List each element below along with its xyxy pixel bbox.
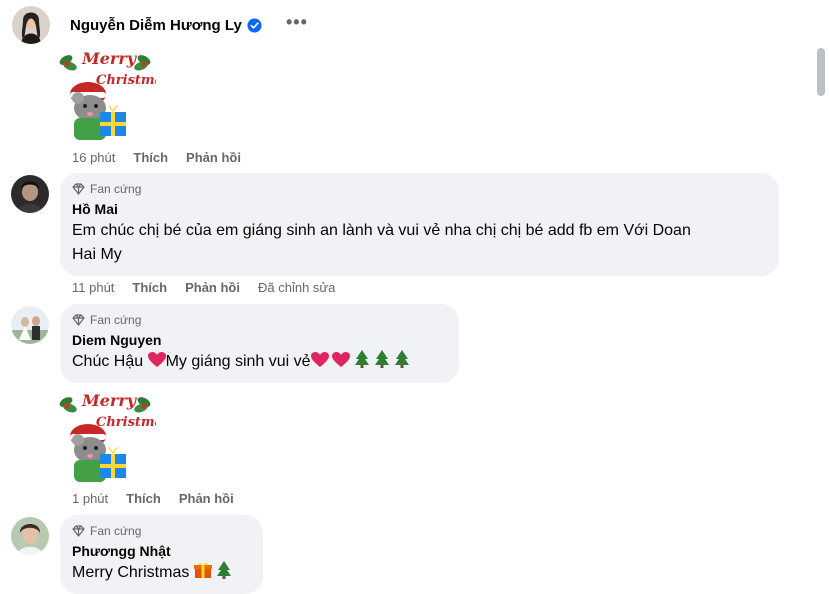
heart-icon: [310, 352, 329, 367]
comment-text-part: Merry Christmas: [72, 564, 194, 581]
comment-text: Chúc Hậu My giáng sinh vui vẻ: [72, 350, 447, 374]
commenter-avatar[interactable]: [11, 306, 49, 344]
comment-text-part: Chúc Hậu: [72, 353, 148, 370]
post-comment-meta: 16 phút Thích Phản hồi: [72, 150, 241, 165]
commenter-avatar[interactable]: [11, 517, 49, 555]
comment-author[interactable]: Phươngg Nhật: [72, 543, 251, 559]
gift-icon: [193, 562, 212, 578]
diamond-icon: [72, 314, 85, 326]
sticker-line2: Christmas: [96, 73, 156, 88]
comment-text-line: Hai My: [72, 246, 122, 263]
fan-badge-label: Fan cứng: [90, 313, 142, 327]
reply-link[interactable]: Phản hồi: [179, 491, 234, 506]
sticker-line1: Merry: [81, 49, 138, 68]
diamond-icon: [72, 525, 85, 537]
scrollbar[interactable]: [817, 48, 825, 96]
comment-author[interactable]: Diem Nguyen: [72, 332, 447, 348]
commenter-avatar[interactable]: [11, 175, 49, 213]
heart-icon: [331, 352, 350, 367]
christmas-sticker: Merry Christmas: [56, 46, 171, 142]
comment-bubble: Fan cứng Hồ Mai Em chúc chị bé của em gi…: [60, 173, 779, 276]
post-author-avatar[interactable]: [12, 6, 50, 44]
more-options-icon[interactable]: •••: [286, 12, 308, 33]
christmas-tree-icon: [394, 350, 409, 368]
comment-text-part: My giáng sinh vui vẻ: [165, 353, 311, 370]
comment-bubble: Fan cứng Phươngg Nhật Merry Christmas: [60, 515, 263, 594]
christmas-sticker: Merry Christmas: [56, 388, 171, 484]
verified-badge-icon: [247, 17, 262, 33]
comment-author[interactable]: Hồ Mai: [72, 201, 767, 217]
diamond-icon: [72, 183, 85, 195]
comment-time[interactable]: 11 phút: [72, 280, 114, 295]
post-author-name[interactable]: Nguyễn Diễm Hương Ly: [70, 17, 242, 34]
fan-badge: Fan cứng: [72, 312, 447, 328]
christmas-tree-icon: [216, 561, 231, 579]
like-link[interactable]: Thích: [126, 491, 161, 506]
comment-text-line: Em chúc chị bé của em giáng sinh an lành…: [72, 222, 691, 239]
like-link[interactable]: Thích: [133, 150, 168, 165]
post-author-row: Nguyễn Diễm Hương Ly: [70, 14, 262, 36]
comment-time[interactable]: 16 phút: [72, 150, 115, 165]
comment-time[interactable]: 1 phút: [72, 491, 108, 506]
fan-badge-label: Fan cứng: [90, 524, 142, 538]
reply-link[interactable]: Phản hồi: [185, 280, 240, 295]
heart-icon: [147, 352, 166, 367]
fan-badge: Fan cứng: [72, 181, 767, 197]
like-link[interactable]: Thích: [132, 280, 167, 295]
comment-bubble: Fan cứng Diem Nguyen Chúc Hậu My giáng s…: [60, 304, 459, 383]
edited-label[interactable]: Đã chỉnh sửa: [258, 280, 335, 295]
fan-badge-label: Fan cứng: [90, 182, 142, 196]
comment-meta: 11 phút Thích Phản hồi Đã chỉnh sửa: [72, 280, 335, 295]
comment-text: Merry Christmas: [72, 561, 251, 585]
christmas-tree-icon: [354, 350, 369, 368]
sticker-line2: Christmas: [96, 415, 156, 430]
christmas-tree-icon: [374, 350, 389, 368]
reply-link[interactable]: Phản hồi: [186, 150, 241, 165]
sticker-line1: Merry: [81, 391, 138, 410]
fan-badge: Fan cứng: [72, 523, 251, 539]
comment-meta: 1 phút Thích Phản hồi: [72, 491, 234, 506]
